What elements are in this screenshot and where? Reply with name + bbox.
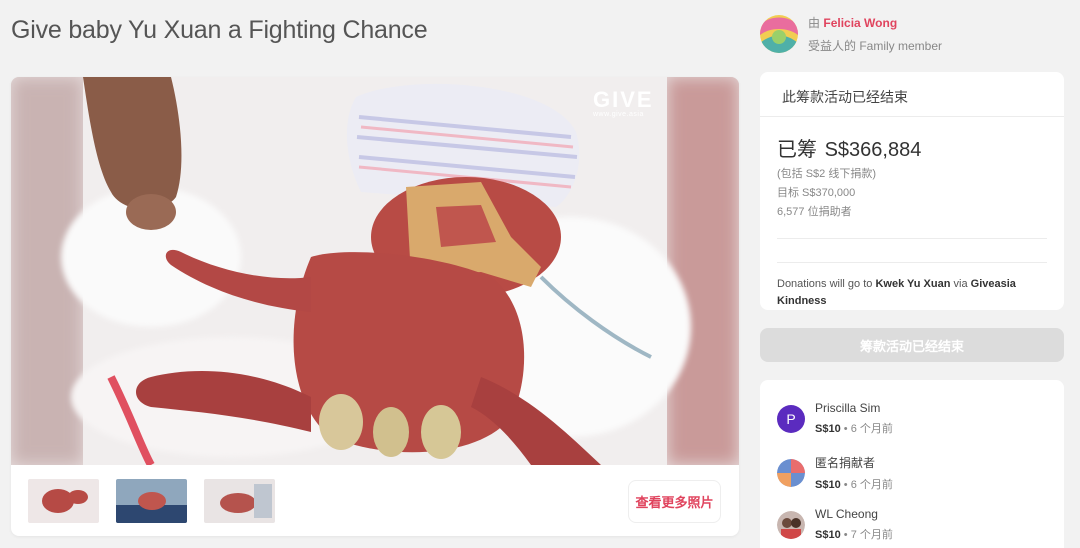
donors-list: P Priscilla Sim S$10 • 6 个月前 匿名捐献者 S$10 … — [760, 380, 1064, 548]
main-photo[interactable]: GIVE www.give.asia — [11, 77, 739, 465]
donation-time: 6 个月前 — [850, 423, 893, 435]
raised-label: 已筹 — [777, 139, 817, 161]
donation-time: 6 个月前 — [850, 479, 893, 491]
beneficiary-name: Kwek Yu Xuan — [875, 278, 951, 290]
anonymous-donor-avatar — [777, 459, 805, 487]
donor-avatar: P — [777, 404, 805, 433]
campaign-ended-button[interactable]: 筹款活动已经结束 — [760, 328, 1064, 362]
thumbnail-2[interactable] — [116, 479, 187, 523]
donor-count: 6,577 位捐助者 — [777, 206, 852, 218]
amount-raised: 已筹 S$366,884 — [777, 133, 1047, 162]
donor-name: 匿名捐献者 — [815, 456, 876, 470]
donor-item: P Priscilla Sim S$10 • 6 个月前 — [777, 401, 893, 436]
donation-recipient: Donations will go to Kwek Yu Xuan via Gi… — [777, 278, 1016, 307]
give-watermark-logo: GIVE www.give.asia — [593, 87, 654, 119]
donor-item: 匿名捐献者 S$10 • 6 个月前 — [777, 454, 893, 492]
donor-name: Priscilla Sim — [815, 401, 881, 415]
raised-amount: S$366,884 — [824, 139, 922, 161]
donation-amount: S$10 — [815, 423, 841, 435]
page-title: Give baby Yu Xuan a Fighting Chance — [11, 16, 428, 44]
organizer-name-link[interactable]: Felicia Wong — [823, 16, 897, 30]
donation-time: 7 个月前 — [850, 529, 893, 541]
donor-item: WL Cheong S$10 • 7 个月前 — [777, 507, 893, 542]
donor-photo-avatar — [777, 510, 805, 539]
baby-photo-image — [11, 77, 739, 465]
organizer-info: 由 Felicia Wong 受益人的 Family member — [760, 14, 942, 54]
goal-amount: 目标 S$370,000 — [777, 187, 856, 199]
offline-donation-note: (包括 S$2 线下捐款) — [777, 168, 877, 180]
media-card: GIVE www.give.asia 查看更多照片 — [11, 77, 739, 536]
divider — [777, 262, 1047, 263]
campaign-ended-header: 此筹款活动已经结束 — [760, 72, 1064, 117]
organizer-avatar[interactable] — [760, 15, 798, 53]
donation-amount: S$10 — [815, 529, 841, 541]
thumbnail-1[interactable] — [28, 479, 99, 523]
thumbnail-3[interactable] — [204, 479, 275, 523]
view-more-photos-button[interactable]: 查看更多照片 — [628, 480, 721, 523]
organizer-by-prefix: 由 — [808, 16, 821, 30]
divider — [777, 238, 1047, 239]
organizer-relation: 受益人的 Family member — [808, 39, 943, 53]
campaign-status-card: 此筹款活动已经结束 已筹 S$366,884 (包括 S$2 线下捐款) 目标 … — [760, 72, 1064, 310]
thumbnail-strip — [28, 479, 275, 523]
donor-name: WL Cheong — [815, 507, 878, 521]
donation-amount: S$10 — [815, 479, 841, 491]
